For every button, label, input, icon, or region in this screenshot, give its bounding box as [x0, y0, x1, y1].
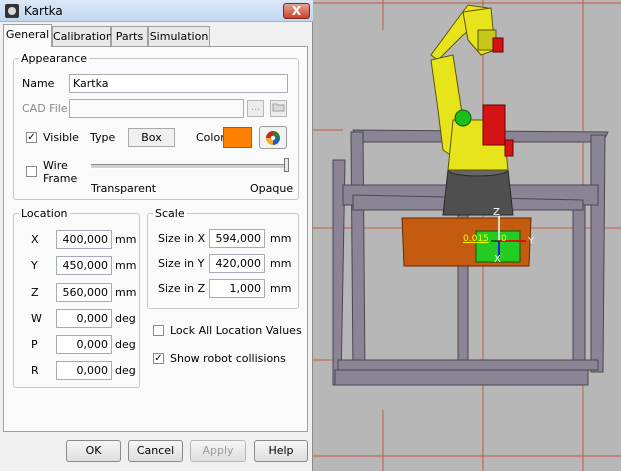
visible-label: Visible	[43, 131, 79, 144]
visible-checkbox[interactable]: ✓	[26, 132, 37, 143]
wire-frame-label-line1: Wire	[43, 159, 68, 172]
size-z-label: Size in Z	[158, 282, 206, 295]
show-collisions-label: Show robot collisions	[170, 352, 286, 365]
color-swatch[interactable]	[223, 127, 252, 148]
tab-parts[interactable]: Parts	[111, 26, 148, 46]
location-r-unit: deg	[115, 364, 136, 377]
color-wheel-icon	[266, 131, 280, 145]
3d-viewport[interactable]: Z Y X 0.015 0	[313, 0, 621, 471]
location-z-unit: mm	[115, 286, 137, 299]
close-button[interactable]: X	[283, 3, 310, 19]
wire-frame-label-line2: Frame	[43, 172, 78, 185]
location-group-label: Location	[21, 207, 68, 220]
apply-button[interactable]: Apply	[190, 440, 246, 462]
wire-frame-checkbox[interactable]	[26, 166, 37, 177]
cad-file-input[interactable]	[69, 99, 244, 118]
cancel-button[interactable]: Cancel	[128, 440, 183, 462]
size-x-unit: mm	[270, 232, 292, 245]
location-r-label: R	[31, 364, 39, 377]
scale-group-label: Scale	[155, 207, 185, 220]
open-folder-icon[interactable]	[270, 100, 287, 117]
tab-general[interactable]: General	[3, 24, 52, 47]
fanuc-robot	[430, 4, 514, 171]
name-label: Name	[22, 77, 55, 90]
location-z-label: Z	[31, 286, 39, 299]
transparency-slider-thumb[interactable]	[284, 158, 289, 172]
transparency-slider-track[interactable]	[91, 164, 288, 169]
help-button[interactable]: Help	[254, 440, 308, 462]
lock-location-label: Lock All Location Values	[170, 324, 302, 337]
location-y-unit: mm	[115, 259, 137, 272]
app-icon	[5, 4, 19, 18]
location-x-input[interactable]	[56, 230, 112, 249]
tab-simulation[interactable]: Simulation	[148, 26, 210, 46]
location-r-input[interactable]	[56, 361, 112, 380]
name-input[interactable]	[69, 74, 288, 93]
location-x-label: X	[31, 233, 39, 246]
axis-y-label: Y	[527, 236, 535, 247]
size-z-unit: mm	[270, 282, 292, 295]
location-y-label: Y	[31, 259, 38, 272]
size-z-input[interactable]	[209, 279, 265, 298]
position-readout-2: 0	[501, 234, 507, 244]
part-properties-dialog: Kartka X General Calibration Parts Simul…	[0, 0, 313, 471]
size-y-label: Size in Y	[158, 257, 205, 270]
browse-icon[interactable]: …	[247, 100, 264, 117]
location-z-input[interactable]	[56, 283, 112, 302]
lock-location-checkbox[interactable]	[153, 325, 164, 336]
appearance-group-label: Appearance	[21, 52, 88, 65]
show-collisions-checkbox[interactable]: ✓	[153, 353, 164, 364]
color-label: Color	[196, 131, 225, 144]
opaque-label: Opaque	[250, 182, 294, 195]
window-title: Kartka	[24, 4, 63, 18]
size-x-label: Size in X	[158, 232, 206, 245]
location-p-label: P	[31, 338, 38, 351]
transparent-label: Transparent	[91, 182, 157, 195]
size-x-input[interactable]	[209, 229, 265, 248]
location-w-input[interactable]	[56, 309, 112, 328]
title-bar[interactable]: Kartka X	[0, 0, 313, 22]
location-p-unit: deg	[115, 338, 136, 351]
workcell-scene: Z Y X 0.015 0	[313, 0, 621, 471]
location-y-input[interactable]	[56, 256, 112, 275]
size-y-unit: mm	[270, 257, 292, 270]
type-value: Box	[128, 128, 175, 147]
wire-frame-label: Wire Frame	[43, 159, 77, 185]
location-x-unit: mm	[115, 233, 137, 246]
tab-calibration[interactable]: Calibration	[52, 26, 113, 46]
type-label: Type	[90, 131, 116, 144]
location-w-label: W	[31, 312, 42, 325]
robot-pedestal	[442, 163, 514, 216]
axis-z-label: Z	[493, 207, 500, 218]
location-p-input[interactable]	[56, 335, 112, 354]
axis-x-label: X	[494, 254, 501, 265]
position-readout: 0.015	[463, 234, 489, 244]
location-w-unit: deg	[115, 312, 136, 325]
color-picker-button[interactable]	[259, 126, 287, 149]
size-y-input[interactable]	[209, 254, 265, 273]
ok-button[interactable]: OK	[66, 440, 121, 462]
cad-file-label: CAD File	[22, 102, 68, 115]
